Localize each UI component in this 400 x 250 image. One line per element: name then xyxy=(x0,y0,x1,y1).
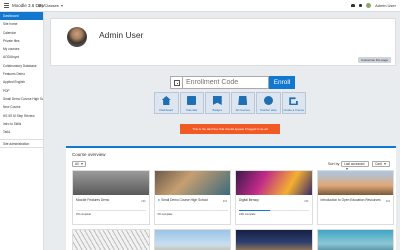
sidebar-item-private-files[interactable]: Private files xyxy=(0,37,43,45)
course-actions-icon[interactable]: ••• xyxy=(141,198,145,203)
sidebar-item-course[interactable]: Features Demo xyxy=(0,70,43,78)
home-icon xyxy=(161,96,171,105)
help-icon xyxy=(263,96,273,105)
shortcut-badges[interactable]: Badges xyxy=(205,92,230,114)
star-icon: ★ xyxy=(157,198,161,202)
sidebar-item-dashboard[interactable]: Dashboard xyxy=(0,12,43,21)
course-image[interactable] xyxy=(73,171,149,195)
chevron-down-icon xyxy=(60,4,63,7)
shortcut-label: All Courses xyxy=(235,108,250,112)
shortcut-label: Create a Course xyxy=(283,108,305,112)
messages-icon[interactable] xyxy=(358,4,363,7)
progress-label: 0% complete xyxy=(76,212,91,216)
course-card[interactable]: ★ Small Demo Course High School ••• 0% c… xyxy=(153,170,231,225)
course-image[interactable] xyxy=(235,229,313,250)
progress-label: 44% complete xyxy=(239,212,256,216)
course-image[interactable] xyxy=(72,229,150,250)
course-image[interactable] xyxy=(154,171,230,195)
user-menu-name[interactable]: Admin User xyxy=(375,3,396,8)
shortcut-tiles: Dashboard Calendar Badges All Courses Te… xyxy=(154,92,306,114)
enroll-button[interactable]: Enroll xyxy=(269,76,295,89)
chevron-down-icon xyxy=(80,163,83,166)
course-name[interactable]: Moodle Features Demo xyxy=(76,198,146,202)
sidebar-item-my-courses[interactable]: My courses xyxy=(0,45,43,53)
calendar-icon xyxy=(187,96,197,105)
avatar[interactable] xyxy=(366,3,372,8)
sidebar-item-course[interactable]: New Course xyxy=(0,103,43,111)
sidebar-item-site-home[interactable]: Site home xyxy=(0,20,43,28)
block-region: Enroll Dashboard Calendar Badges All Cou… xyxy=(50,68,396,158)
nav-drawer: Dashboard Site home Calendar Private fil… xyxy=(0,12,44,250)
sidebar-item-calendar[interactable]: Calendar xyxy=(0,29,43,37)
course-name[interactable]: ★ Small Demo Course High School xyxy=(158,198,228,202)
chevron-down-icon xyxy=(383,163,386,166)
course-card[interactable]: Introduction to Open Education Resources… xyxy=(316,170,394,225)
enroll-code-icon xyxy=(170,76,183,89)
customise-page-button[interactable]: Customise this page xyxy=(357,57,391,63)
view-dropdown[interactable]: Card xyxy=(372,161,390,167)
sidebar-item-course[interactable]: Small Demo Course High School xyxy=(0,95,43,103)
course-card[interactable]: Digital literacy ••• 44% complete xyxy=(235,170,313,225)
sidebar-item-site-administration[interactable]: Site administration xyxy=(0,139,43,148)
block-title: Course overview xyxy=(72,152,106,157)
badge-icon xyxy=(212,96,222,105)
sort-label: Sort by xyxy=(328,162,340,166)
alert-banner: This is the alert box that should appear… xyxy=(180,124,280,134)
shortcut-label: Dashboard xyxy=(159,108,174,112)
progress-label: 0% complete xyxy=(157,212,173,216)
course-actions-icon[interactable]: ••• xyxy=(386,198,390,203)
create-course-icon xyxy=(289,97,298,105)
shortcut-create-course[interactable]: Create a Course xyxy=(281,92,306,114)
menu-toggle-icon[interactable] xyxy=(4,3,9,8)
sidebar-item-course[interactable]: PDP xyxy=(0,87,43,95)
shortcut-label: Badges xyxy=(212,108,223,112)
my-classes-menu[interactable]: My Classes xyxy=(38,3,63,8)
page-header: Admin User Customise this page xyxy=(50,18,396,66)
courses-icon xyxy=(238,96,248,105)
sidebar-item-course[interactable]: Talk1 xyxy=(0,128,43,136)
top-navbar: Moodle 3.6 DEV My Classes Admin User xyxy=(0,0,400,12)
progress-bar xyxy=(239,210,309,211)
course-image[interactable] xyxy=(153,229,231,250)
progress-bar xyxy=(76,210,146,211)
course-image[interactable] xyxy=(236,171,312,195)
course-actions-icon[interactable]: ••• xyxy=(223,198,227,203)
shortcut-dashboard[interactable]: Dashboard xyxy=(154,92,179,114)
profile-picture xyxy=(67,27,87,47)
enrollment-form: Enroll xyxy=(170,76,295,89)
course-overview-block: Course overview All Sort by Last accesse… xyxy=(66,146,396,250)
shortcut-teacher-help[interactable]: Teacher Help xyxy=(256,92,281,114)
course-cards-row-2 xyxy=(72,229,394,250)
sort-dropdown[interactable]: Last accessed xyxy=(341,161,369,171)
sidebar-item-course[interactable]: AODUtoyot xyxy=(0,53,43,61)
sidebar-item-course[interactable]: Collaboratory Database xyxy=(0,62,43,70)
course-actions-icon[interactable]: ••• xyxy=(304,198,308,203)
shortcut-all-courses[interactable]: All Courses xyxy=(230,92,255,114)
sidebar-item-course[interactable]: HS 5S M Step Review xyxy=(0,112,43,120)
notifications-bell-icon[interactable] xyxy=(351,3,355,8)
sidebar-item-course[interactable]: Intro to Skills xyxy=(0,120,43,128)
course-filter-dropdown[interactable]: All xyxy=(72,161,86,167)
course-image[interactable] xyxy=(317,171,393,195)
course-image[interactable] xyxy=(316,229,394,250)
progress-fill xyxy=(239,210,270,211)
sidebar-item-course[interactable]: Applied English xyxy=(0,78,43,86)
course-card[interactable]: Moodle Features Demo ••• 0% complete xyxy=(72,170,150,225)
course-name[interactable]: Introduction to Open Education Resources xyxy=(321,198,391,202)
shortcut-label: Calendar xyxy=(186,108,198,112)
course-cards: Moodle Features Demo ••• 0% complete ★ S… xyxy=(72,170,394,225)
course-name[interactable]: Digital literacy xyxy=(239,198,309,202)
enrollment-code-input[interactable] xyxy=(183,76,269,89)
nav-actions: Admin User xyxy=(351,3,396,8)
shortcut-calendar[interactable]: Calendar xyxy=(179,92,204,114)
shortcut-label: Teacher Help xyxy=(260,108,277,112)
page-title: Admin User xyxy=(99,30,144,40)
progress-bar xyxy=(157,210,228,211)
